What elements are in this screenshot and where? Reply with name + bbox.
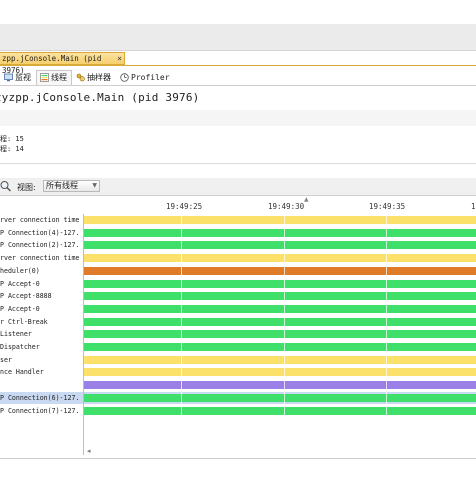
tab-monitor-label: 监视 <box>15 72 31 82</box>
thread-state-bar <box>84 292 476 300</box>
thread-state-bar <box>84 229 476 237</box>
thread-row[interactable] <box>84 239 476 251</box>
tab-threads[interactable]: 线程 <box>36 69 72 85</box>
thread-state-bar <box>84 343 476 351</box>
thread-state-bar <box>84 267 476 275</box>
tab-monitor[interactable]: 监视 <box>0 69 36 85</box>
thread-row[interactable] <box>84 366 476 378</box>
thread-name[interactable] <box>0 379 83 391</box>
horizontal-scrollbar[interactable]: ◂ <box>84 447 476 458</box>
thread-row[interactable] <box>84 392 476 404</box>
monitor-icon <box>4 73 13 81</box>
time-tick: 19:49:30 <box>268 202 305 211</box>
thread-name[interactable]: P Accept-0 <box>0 278 83 290</box>
tab-sampler[interactable]: 抽样器 <box>72 69 116 85</box>
thread-name[interactable]: nce Handler <box>0 366 83 378</box>
thread-name[interactable]: P Connection(6)-127. <box>0 392 83 404</box>
thread-name[interactable]: P Accept-0 <box>0 303 83 315</box>
thread-row[interactable] <box>84 227 476 239</box>
timeline-toolbar: 视图: 所有线程 ▼ <box>0 178 476 196</box>
thread-name-list: rver connection time P Connection(4)-127.… <box>0 214 84 455</box>
document-tab[interactable]: zpp.jConsole.Main (pid 3976) × <box>0 52 125 75</box>
time-gridline <box>386 214 387 455</box>
live-threads-count: 程: 15 <box>0 135 24 143</box>
scroll-up-icon[interactable]: ▲ <box>304 196 309 203</box>
thread-timeline <box>84 214 476 455</box>
sampler-icon <box>76 73 85 81</box>
subtab-bar: 监视 线程 抽样器 Profiler <box>0 69 175 85</box>
thread-name[interactable]: P Connection(2)-127. <box>0 239 83 251</box>
process-header: zzyzpp.jConsole.Main (pid 3976) <box>0 86 476 111</box>
toolbar-strip <box>0 24 476 51</box>
thread-name[interactable]: rver connection time <box>0 252 83 264</box>
thread-row[interactable] <box>84 252 476 264</box>
view-label: 视图: <box>17 183 36 192</box>
tab-sampler-label: 抽样器 <box>87 72 111 82</box>
zoom-icon[interactable] <box>0 180 12 192</box>
thread-name[interactable]: P Connection(7)-127. <box>0 405 83 417</box>
header-strip <box>0 110 476 126</box>
thread-name[interactable]: rver connection time <box>0 214 83 226</box>
thread-row[interactable] <box>84 354 476 366</box>
thread-row[interactable] <box>84 214 476 226</box>
time-tick: 1 <box>471 202 476 211</box>
thread-state-bar <box>84 381 476 389</box>
tabbar-divider <box>0 65 476 66</box>
thread-name[interactable]: ser <box>0 354 83 366</box>
chevron-down-icon: ▼ <box>92 182 97 189</box>
window-top-area <box>0 0 476 24</box>
thread-stats: 程: 15 程: 14 <box>0 134 24 154</box>
thread-state-bar <box>84 254 476 262</box>
thread-state-bar <box>84 368 476 376</box>
thread-row[interactable] <box>84 303 476 315</box>
thread-row[interactable] <box>84 341 476 353</box>
time-gridline <box>284 214 285 455</box>
thread-row[interactable] <box>84 290 476 302</box>
thread-state-bar <box>84 407 476 415</box>
tab-threads-label: 线程 <box>51 73 67 82</box>
view-select[interactable]: 所有线程 ▼ <box>43 180 100 192</box>
time-tick: 19:49:35 <box>369 202 406 211</box>
profiler-icon <box>120 72 129 82</box>
thread-state-bar <box>84 305 476 313</box>
view-select-value: 所有线程 <box>46 181 78 190</box>
thread-row[interactable] <box>84 265 476 277</box>
process-pid: (pid 3976) <box>131 91 200 104</box>
thread-state-bar <box>84 241 476 249</box>
thread-state-bar <box>84 318 476 326</box>
tab-profiler-label: Profiler <box>131 72 170 82</box>
thread-row[interactable] <box>84 316 476 328</box>
time-gridline <box>181 214 182 455</box>
thread-row[interactable] <box>84 405 476 417</box>
thread-name[interactable]: P Accept-8888 <box>0 290 83 302</box>
timeline-header: ▲ 19:49:25 19:49:30 19:49:35 1 <box>84 196 476 214</box>
thread-state-bar <box>84 356 476 364</box>
thread-state-bar <box>84 330 476 338</box>
thread-name[interactable]: heduler(0) <box>0 265 83 277</box>
daemon-threads-count: 程: 14 <box>0 145 24 153</box>
thread-name[interactable]: Listener <box>0 328 83 340</box>
scroll-left-icon[interactable]: ◂ <box>87 447 91 455</box>
close-icon[interactable]: × <box>117 53 122 65</box>
time-tick: 19:49:25 <box>166 202 203 211</box>
thread-name[interactable]: P Connection(4)-127. <box>0 227 83 239</box>
thread-state-bar <box>84 216 476 224</box>
page-title: zzyzpp.jConsole.Main (pid 3976) <box>0 91 200 104</box>
thread-name[interactable]: Dispatcher <box>0 341 83 353</box>
thread-row[interactable] <box>84 328 476 340</box>
thread-state-bar <box>84 280 476 288</box>
thread-row[interactable] <box>84 379 476 391</box>
bottom-divider <box>0 458 476 459</box>
thread-name[interactable]: r Ctrl-Break <box>0 316 83 328</box>
process-name: zzyzpp.jConsole.Main <box>0 91 125 104</box>
section-divider <box>0 163 476 164</box>
tab-profiler[interactable]: Profiler <box>116 69 175 85</box>
threads-icon <box>40 73 49 82</box>
thread-row[interactable] <box>84 278 476 290</box>
thread-state-bar <box>84 394 476 402</box>
